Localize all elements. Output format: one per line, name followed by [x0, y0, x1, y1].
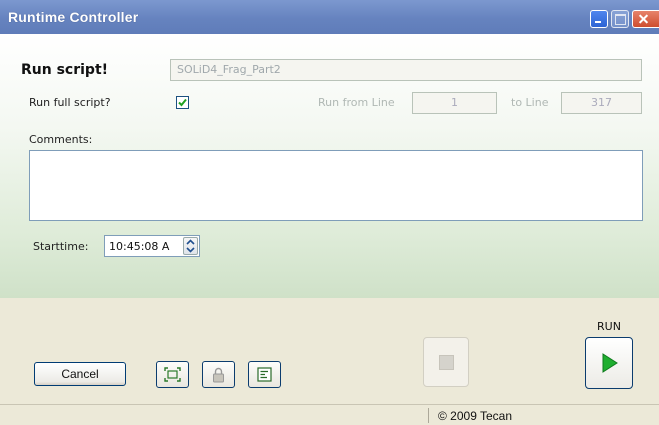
status-separator [428, 408, 429, 423]
starttime-value: 10:45:08 A [109, 240, 170, 253]
fit-screen-button[interactable] [156, 361, 189, 388]
play-icon [602, 353, 618, 373]
minimize-button[interactable] [590, 10, 608, 28]
comments-label: Comments: [29, 133, 93, 146]
run-from-line-field: 1 [412, 92, 497, 114]
copyright-text: © 2009 Tecan [438, 409, 513, 423]
run-full-script-checkbox[interactable] [176, 96, 189, 109]
run-from-line-label: Run from Line [318, 96, 395, 109]
cancel-button[interactable]: Cancel [34, 362, 126, 386]
runtime-controller-window: Runtime Controller Run script! SOLiD4_Fr… [0, 0, 659, 425]
title-bar[interactable]: Runtime Controller [0, 0, 659, 34]
starttime-picker[interactable]: 10:45:08 A [104, 235, 200, 257]
close-button[interactable] [632, 10, 659, 28]
to-line-label: to Line [511, 96, 549, 109]
script-name-field: SOLiD4_Frag_Part2 [170, 59, 642, 81]
to-line-field: 317 [561, 92, 642, 114]
starttime-label: Starttime: [33, 240, 89, 253]
maximize-button[interactable] [611, 10, 629, 28]
run-full-script-label: Run full script? [29, 96, 111, 109]
lock-icon [213, 367, 224, 383]
check-icon [178, 98, 187, 107]
run-script-label: Run script! [21, 62, 109, 78]
run-button[interactable] [585, 337, 633, 389]
time-spinner[interactable] [183, 237, 198, 255]
log-button[interactable] [248, 361, 281, 388]
fit-screen-icon [164, 367, 181, 382]
list-icon [257, 367, 272, 382]
spinner-arrows-icon [186, 239, 195, 253]
lock-button[interactable] [202, 361, 235, 388]
window-title: Runtime Controller [8, 9, 139, 25]
stop-button[interactable] [423, 337, 469, 387]
button-panel [0, 298, 659, 404]
status-bar: © 2009 Tecan [0, 404, 659, 425]
comments-textarea[interactable] [29, 150, 643, 221]
run-label: RUN [597, 320, 621, 333]
